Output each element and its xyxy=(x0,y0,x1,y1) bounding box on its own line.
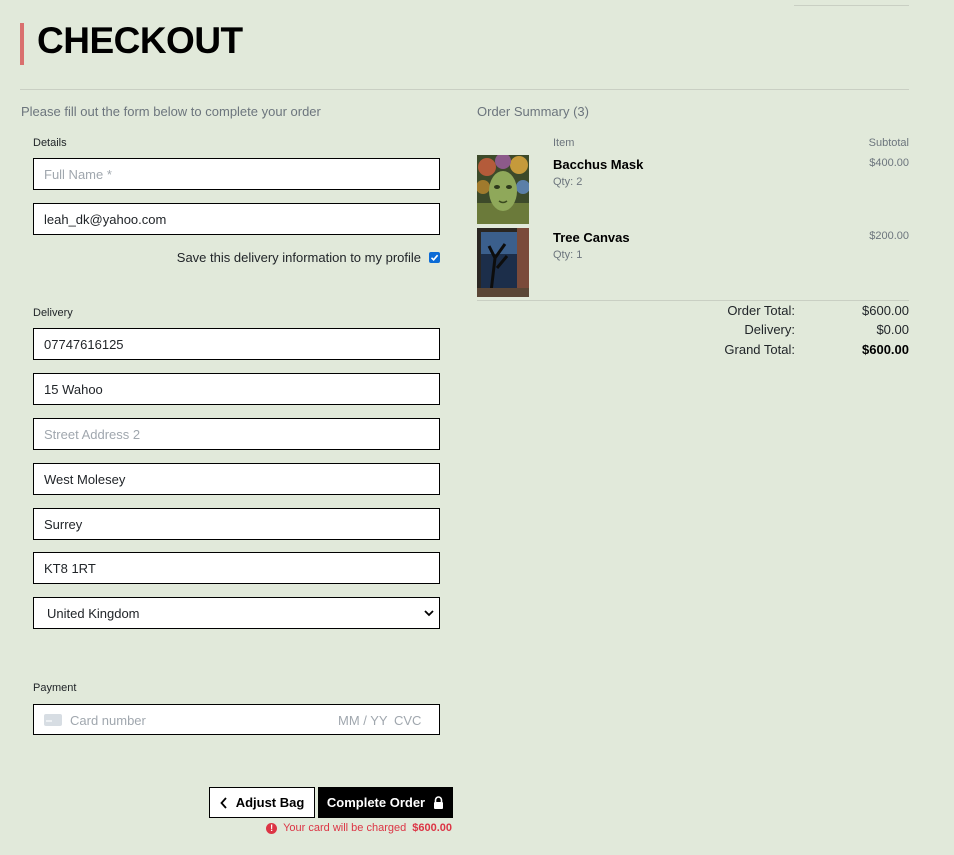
save-info-row: Save this delivery information to my pro… xyxy=(177,250,440,265)
chevron-down-icon xyxy=(424,610,434,617)
details-label: Details xyxy=(33,137,67,149)
save-info-label: Save this delivery information to my pro… xyxy=(176,250,421,265)
title-accent-bar xyxy=(20,23,24,65)
order-summary-title: Order Summary (3) xyxy=(477,104,589,119)
checkmark-icon xyxy=(430,254,439,261)
chevron-left-icon xyxy=(219,796,227,809)
lock-icon xyxy=(434,796,444,809)
item-qty: Qty: 1 xyxy=(553,249,583,261)
email-input[interactable] xyxy=(33,203,440,235)
grand-total-value: $600.00 xyxy=(862,342,909,357)
country-select-value: United Kingdom xyxy=(47,606,140,621)
item-subtotal: $400.00 xyxy=(869,157,909,169)
complete-order-label: Complete Order xyxy=(326,795,426,810)
alert-circle-icon: ! xyxy=(266,822,278,834)
card-number-placeholder[interactable]: Card number xyxy=(70,713,146,728)
card-element[interactable]: Card number MM / YY CVC xyxy=(33,704,440,735)
street-address-2-input[interactable] xyxy=(33,418,440,450)
country-select[interactable]: United Kingdom xyxy=(33,597,440,629)
item-column-header: Item xyxy=(553,137,575,149)
town-input[interactable] xyxy=(33,463,440,495)
item-name: Tree Canvas xyxy=(553,230,630,245)
card-expiry-placeholder[interactable]: MM / YY xyxy=(338,713,388,728)
county-input[interactable] xyxy=(33,508,440,540)
top-divider xyxy=(794,5,909,6)
adjust-bag-label: Adjust Bag xyxy=(235,795,305,810)
street-address-1-input[interactable] xyxy=(33,373,440,405)
payment-label: Payment xyxy=(33,682,77,694)
item-name: Bacchus Mask xyxy=(553,157,644,172)
charge-amount: $600.00 xyxy=(412,822,452,834)
phone-input[interactable] xyxy=(33,328,440,360)
grand-total-label: Grand Total: xyxy=(724,342,795,357)
item-subtotal: $200.00 xyxy=(869,230,909,242)
form-instructions: Please fill out the form below to comple… xyxy=(21,104,321,119)
postcode-input[interactable] xyxy=(33,552,440,584)
charge-warning: ! Your card will be charged $600.00 xyxy=(266,822,452,834)
adjust-bag-button[interactable]: Adjust Bag xyxy=(209,787,315,818)
summary-divider xyxy=(477,300,909,301)
bacchus-mask-thumbnail[interactable] xyxy=(477,155,529,224)
tree-canvas-thumbnail[interactable] xyxy=(477,228,529,297)
page-title: CHECKOUT xyxy=(37,20,243,61)
item-qty: Qty: 2 xyxy=(553,176,583,188)
credit-card-icon xyxy=(44,714,62,726)
checkout-page: CHECKOUT Please fill out the form below … xyxy=(0,0,954,855)
order-total-label: Order Total: xyxy=(727,303,795,318)
order-total-value: $600.00 xyxy=(862,303,909,318)
complete-order-button[interactable]: Complete Order xyxy=(318,787,453,818)
delivery-cost-value: $0.00 xyxy=(876,322,909,337)
delivery-label: Delivery xyxy=(33,307,73,319)
charge-warning-text: Your card will be charged xyxy=(283,822,407,834)
subtotal-column-header: Subtotal xyxy=(868,137,909,149)
card-cvc-placeholder[interactable]: CVC xyxy=(394,713,421,728)
delivery-cost-label: Delivery: xyxy=(744,322,795,337)
full-name-input[interactable] xyxy=(33,158,440,190)
save-info-checkbox[interactable] xyxy=(429,252,440,263)
header-divider xyxy=(20,89,909,90)
